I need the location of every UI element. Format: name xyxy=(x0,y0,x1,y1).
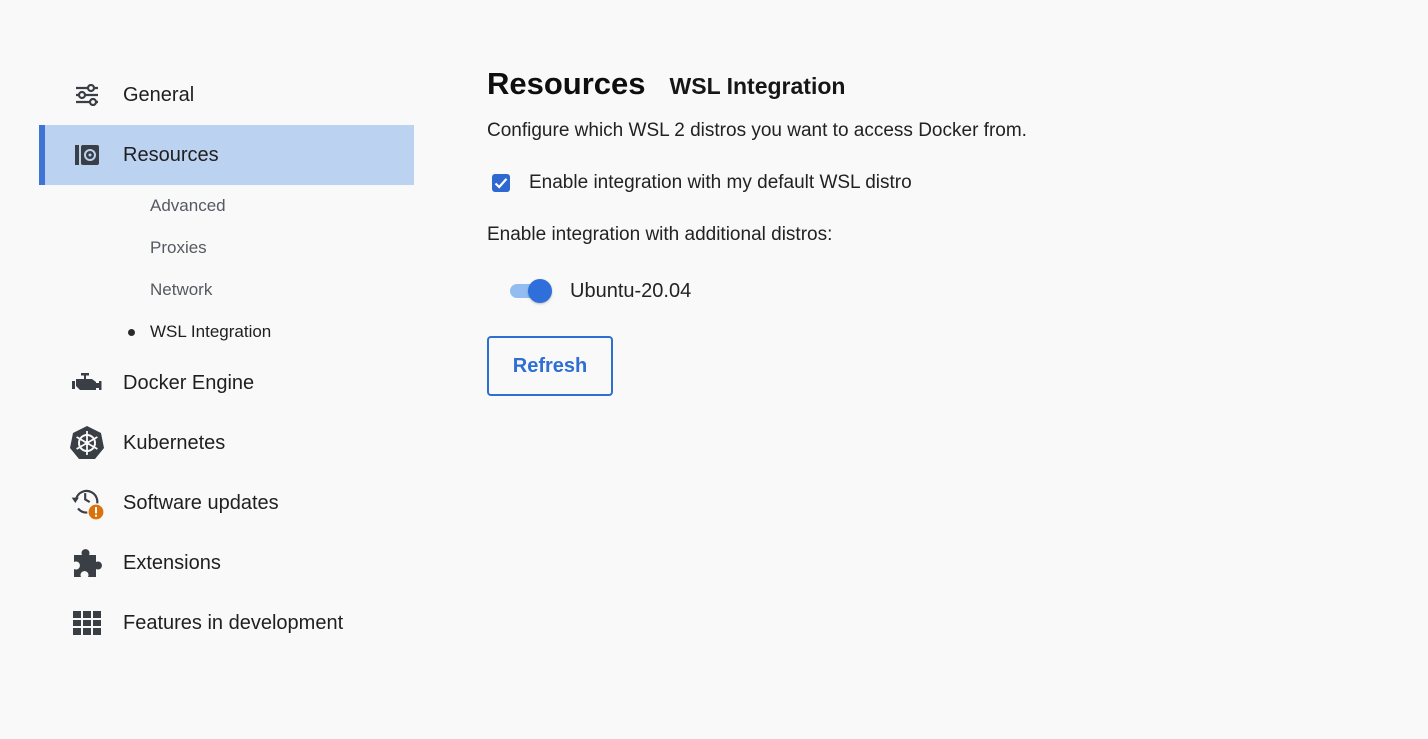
settings-sidebar: General Resources Advanced Proxies Netwo… xyxy=(39,65,414,653)
sidebar-item-features-in-development[interactable]: Features in development xyxy=(39,593,414,653)
distro-toggle-ubuntu[interactable] xyxy=(508,279,552,303)
history-icon xyxy=(69,485,105,521)
sidebar-item-label: Kubernetes xyxy=(123,431,226,454)
sidebar-item-kubernetes[interactable]: Kubernetes xyxy=(39,413,414,473)
sidebar-item-general[interactable]: General xyxy=(39,65,414,125)
puzzle-icon xyxy=(69,545,105,581)
default-distro-checkbox[interactable] xyxy=(492,174,510,192)
sidebar-subitem-label: Proxies xyxy=(150,238,207,257)
sidebar-item-extensions[interactable]: Extensions xyxy=(39,533,414,593)
sidebar-item-label: General xyxy=(123,83,195,106)
sidebar-subitem-label: WSL Integration xyxy=(150,322,272,341)
current-indicator-dot xyxy=(128,328,135,336)
sidebar-item-label: Features in development xyxy=(123,611,344,634)
sidebar-subitem-label: Advanced xyxy=(150,196,226,215)
resources-icon xyxy=(69,137,105,173)
checkmark-icon xyxy=(494,178,508,189)
kubernetes-icon xyxy=(69,425,105,461)
sliders-icon xyxy=(69,77,105,113)
page-subtitle: WSL Integration xyxy=(669,73,846,99)
additional-distros-label: Enable integration with additional distr… xyxy=(487,224,833,245)
sidebar-subitem-proxies[interactable]: Proxies xyxy=(39,227,414,269)
resources-sub-nav: Advanced Proxies Network WSL Integration xyxy=(39,185,414,353)
sidebar-item-docker-engine[interactable]: Docker Engine xyxy=(39,353,414,413)
default-distro-row: Enable integration with my default WSL d… xyxy=(487,170,1387,196)
sidebar-subitem-label: Network xyxy=(150,280,213,299)
distro-row: Ubuntu-20.04 xyxy=(487,277,1387,305)
page-description: Configure which WSL 2 distros you want t… xyxy=(487,120,1027,141)
default-distro-label: Enable integration with my default WSL d… xyxy=(529,172,912,193)
sidebar-item-resources[interactable]: Resources xyxy=(39,125,414,185)
sidebar-subitem-wsl-integration[interactable]: WSL Integration xyxy=(39,311,414,353)
sidebar-item-label: Resources xyxy=(123,143,219,166)
settings-page: General Resources Advanced Proxies Netwo… xyxy=(0,0,1428,739)
grid-icon xyxy=(69,605,105,641)
sidebar-item-software-updates[interactable]: Software updates xyxy=(39,473,414,533)
sidebar-subitem-advanced[interactable]: Advanced xyxy=(39,185,414,227)
engine-icon xyxy=(69,365,105,401)
header: Resources WSL Integration xyxy=(487,66,1387,106)
toggle-thumb xyxy=(528,279,552,303)
distro-name: Ubuntu-20.04 xyxy=(570,279,692,302)
sidebar-item-label: Docker Engine xyxy=(123,371,255,394)
wsl-integration-panel: Resources WSL Integration Configure whic… xyxy=(487,66,1387,396)
sidebar-item-label: Software updates xyxy=(123,491,279,514)
sidebar-item-label: Extensions xyxy=(123,551,221,574)
sidebar-subitem-network[interactable]: Network xyxy=(39,269,414,311)
page-title: Resources xyxy=(487,66,646,101)
refresh-button[interactable]: Refresh xyxy=(487,336,613,396)
